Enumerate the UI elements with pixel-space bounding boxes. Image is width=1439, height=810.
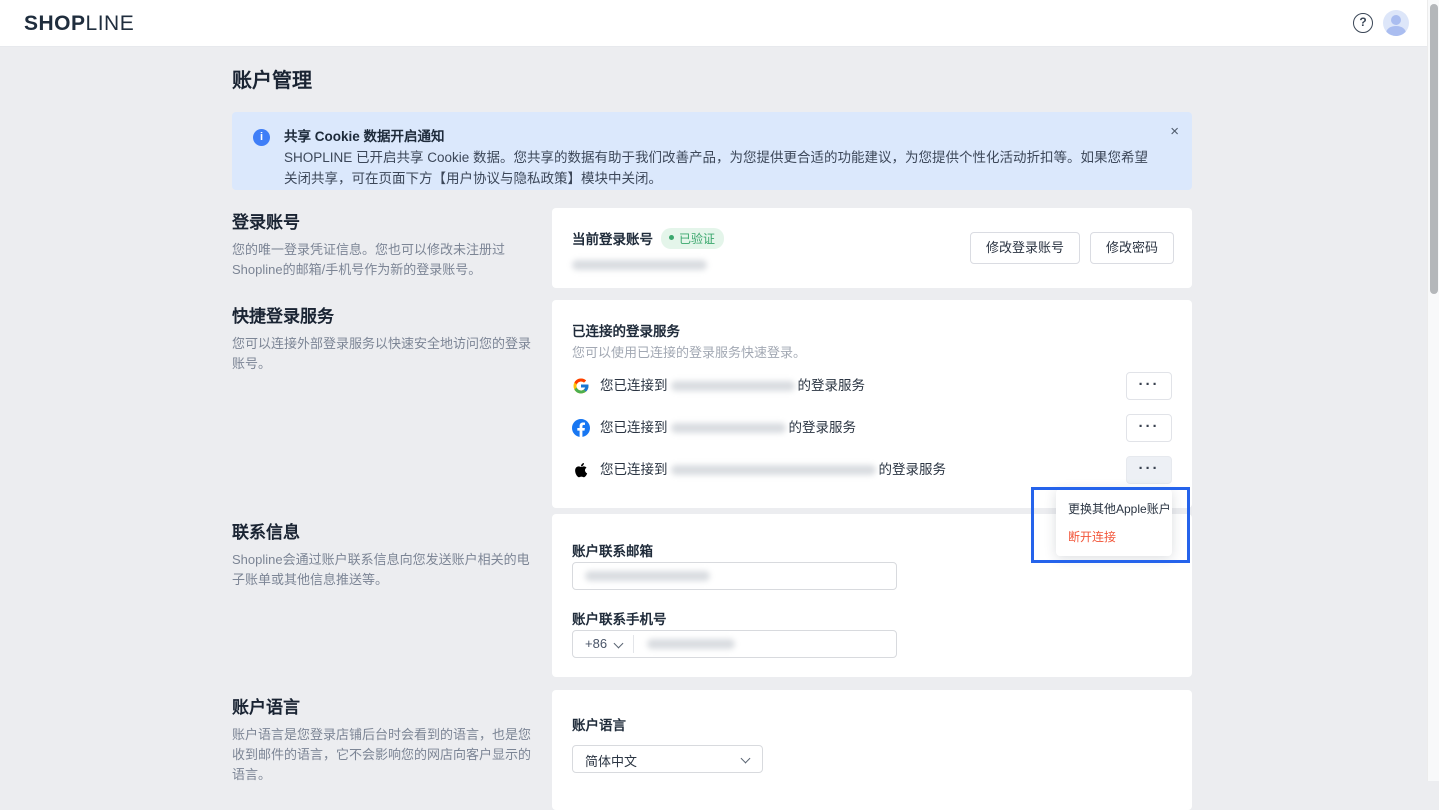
cookie-notice-banner: i 共享 Cookie 数据开启通知 SHOPLINE 已开启共享 Cookie… <box>232 112 1192 190</box>
info-icon: i <box>253 129 270 146</box>
google-icon <box>572 377 590 395</box>
section-description: 您的唯一登录凭证信息。您也可以修改未注册过Shopline的邮箱/手机号作为新的… <box>232 240 534 280</box>
service-row-facebook: 您已连接到 的登录服务 ··· <box>572 414 1172 442</box>
section-description: 您可以连接外部登录服务以快速安全地访问您的登录账号。 <box>232 334 534 374</box>
current-account-label: 当前登录账号 <box>572 232 653 247</box>
language-section-header: 账户语言 账户语言是您登录店铺后台时会看到的语言，也是您收到邮件的语言，它不会影… <box>232 693 534 785</box>
section-title: 快捷登录服务 <box>232 302 534 327</box>
blurred-facebook-account <box>671 423 786 433</box>
contact-email-label: 账户联系邮箱 <box>572 540 653 560</box>
login-section-header: 登录账号 您的唯一登录凭证信息。您也可以修改未注册过Shopline的邮箱/手机… <box>232 208 534 280</box>
service-row-text: 您已连接到 的登录服务 <box>600 372 865 400</box>
chevron-down-icon[interactable] <box>614 639 624 649</box>
language-select[interactable]: 简体中文 <box>572 745 763 773</box>
topbar: SHOPLINE ? <box>0 0 1439 47</box>
page-title: 账户管理 <box>232 64 312 93</box>
service-text-prefix: 您已连接到 <box>600 420 668 435</box>
section-description: 账户语言是您登录店铺后台时会看到的语言，也是您收到邮件的语言，它不会影响您的网店… <box>232 725 534 785</box>
apple-options-menu: 更换其他Apple账户 断开连接 <box>1056 489 1172 556</box>
connected-services-title: 已连接的登录服务 <box>572 320 680 340</box>
service-text-suffix: 的登录服务 <box>879 462 947 477</box>
service-row-google: 您已连接到 的登录服务 ··· <box>572 372 1172 400</box>
more-options-button[interactable]: ··· <box>1126 414 1172 442</box>
more-options-button[interactable]: ··· <box>1126 372 1172 400</box>
blurred-phone-number <box>647 639 735 649</box>
service-text-suffix: 的登录服务 <box>789 420 857 435</box>
apple-icon <box>572 461 590 479</box>
input-divider <box>633 635 634 653</box>
blurred-google-account <box>671 381 795 391</box>
service-text-prefix: 您已连接到 <box>600 378 668 393</box>
blurred-apple-account <box>671 465 876 475</box>
shopline-logo[interactable]: SHOPLINE <box>24 0 134 47</box>
contact-phone-input: +86 <box>572 630 897 658</box>
banner-body: SHOPLINE 已开启共享 Cookie 数据。您共享的数据有助于我们改善产品… <box>284 147 1156 189</box>
more-options-button-active[interactable]: ··· <box>1126 456 1172 484</box>
section-title: 登录账号 <box>232 208 534 233</box>
section-description: Shopline会通过账户联系信息向您发送账户相关的电子账单或其他信息推送等。 <box>232 550 534 590</box>
blurred-contact-email <box>585 571 710 581</box>
person-icon <box>1386 26 1406 36</box>
selected-language-value: 简体中文 <box>585 751 637 770</box>
close-icon[interactable]: × <box>1170 124 1179 140</box>
service-row-apple: 您已连接到 的登录服务 ··· <box>572 456 1172 484</box>
language-field-label: 账户语言 <box>572 714 626 734</box>
logo-light: LINE <box>86 12 135 35</box>
country-code-select[interactable]: +86 <box>585 636 607 651</box>
person-icon <box>1391 15 1401 25</box>
logo-bold: SHOP <box>24 12 86 35</box>
service-row-text: 您已连接到 的登录服务 <box>600 456 946 484</box>
contact-email-input[interactable] <box>572 562 897 590</box>
facebook-icon <box>572 419 590 437</box>
scrollbar-thumb[interactable] <box>1430 4 1438 294</box>
help-icon[interactable]: ? <box>1353 13 1373 33</box>
chevron-down-icon <box>741 754 751 764</box>
service-row-text: 您已连接到 的登录服务 <box>600 414 856 442</box>
verified-badge: 已验证 <box>661 228 724 249</box>
banner-title: 共享 Cookie 数据开启通知 <box>284 125 445 145</box>
contact-section-header: 联系信息 Shopline会通过账户联系信息向您发送账户相关的电子账单或其他信息… <box>232 518 534 590</box>
quick-login-section-header: 快捷登录服务 您可以连接外部登录服务以快速安全地访问您的登录账号。 <box>232 302 534 374</box>
service-text-suffix: 的登录服务 <box>798 378 866 393</box>
menu-item-switch-apple-account[interactable]: 更换其他Apple账户 <box>1068 500 1171 517</box>
service-text-prefix: 您已连接到 <box>600 462 668 477</box>
change-login-account-button[interactable]: 修改登录账号 <box>970 232 1080 264</box>
connected-services-subtitle: 您可以使用已连接的登录服务快速登录。 <box>572 342 806 361</box>
account-language-card: 账户语言 简体中文 <box>552 690 1192 810</box>
section-title: 联系信息 <box>232 518 534 543</box>
login-account-card: 当前登录账号已验证 修改登录账号 修改密码 <box>552 208 1192 288</box>
menu-item-disconnect[interactable]: 断开连接 <box>1068 528 1116 545</box>
change-password-button[interactable]: 修改密码 <box>1090 232 1174 264</box>
section-title: 账户语言 <box>232 693 534 718</box>
quick-login-card: 已连接的登录服务 您可以使用已连接的登录服务快速登录。 您已连接到的登录服务 ·… <box>552 300 1192 508</box>
blurred-login-email <box>572 260 707 270</box>
contact-phone-label: 账户联系手机号 <box>572 608 667 628</box>
avatar[interactable] <box>1383 10 1409 36</box>
scrollbar-track[interactable] <box>1427 0 1439 781</box>
